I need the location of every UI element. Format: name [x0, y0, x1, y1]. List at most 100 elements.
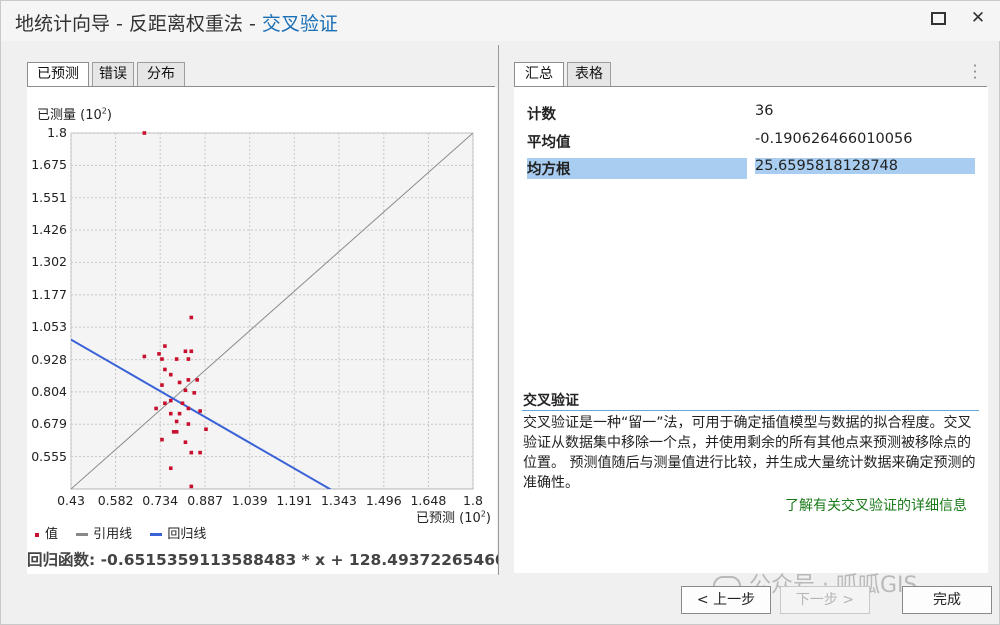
x-tick-label: 0.734: [142, 493, 179, 508]
maximize-button[interactable]: [924, 7, 952, 31]
x-tick-label: 1.8: [463, 493, 483, 508]
data-point: [174, 357, 179, 361]
data-point: [142, 354, 147, 359]
data-point: [168, 411, 173, 416]
summary-row-rms[interactable]: 均方根 25.6595818128748: [527, 158, 977, 179]
data-point: [157, 352, 161, 356]
data-point: [198, 409, 202, 413]
data-point: [160, 383, 164, 387]
summary-value: -0.190626466010056: [755, 131, 913, 147]
tab-summary[interactable]: 汇总: [514, 62, 564, 87]
next-button[interactable]: 下一步 >: [780, 586, 870, 614]
tab-distribution[interactable]: 分布: [137, 62, 185, 86]
window-title: 地统计向导 - 反距离权重法 - 交叉验证: [15, 9, 338, 36]
title-prefix: 地统计向导 - 反距离权重法 -: [15, 13, 262, 35]
summary-row-mean[interactable]: 平均值 -0.190626466010056: [527, 131, 977, 151]
y-tick-label: 0.804: [31, 383, 67, 399]
y-tick-label: 1.551: [31, 189, 67, 205]
y-tick-label: 1.302: [31, 254, 67, 270]
legend-point-swatch: [35, 532, 39, 537]
data-point: [168, 372, 173, 377]
data-point: [189, 484, 194, 489]
legend-reference-label: 引用线: [93, 527, 133, 542]
data-point: [189, 450, 194, 455]
data-point: [177, 411, 182, 416]
data-point: [168, 398, 173, 403]
data-point: [180, 401, 185, 406]
legend-regression-label: 回归线: [167, 527, 207, 542]
legend-reference-swatch: [76, 533, 89, 536]
summary-key: 平均值: [527, 135, 571, 151]
x-tick-label: 1.039: [231, 493, 268, 508]
legend-regression-swatch: [150, 533, 163, 536]
learn-more-link[interactable]: 了解有关交叉验证的详细信息: [785, 495, 967, 515]
data-point: [154, 406, 158, 411]
data-point: [174, 419, 179, 424]
data-point: [177, 380, 182, 385]
panel-splitter[interactable]: [498, 45, 499, 575]
finish-button[interactable]: 完成: [902, 586, 992, 614]
x-tick-label: 0.887: [187, 493, 223, 508]
data-point: [189, 349, 194, 354]
legend-item-value: 值: [35, 523, 58, 542]
y-tick-label: 1.8: [47, 125, 67, 140]
data-point: [160, 357, 164, 361]
x-axis-label-end: ): [485, 511, 491, 526]
y-tick-label: 0.928: [31, 351, 67, 367]
data-point: [183, 349, 188, 354]
x-tick-label: 0.43: [57, 493, 85, 508]
data-point: [186, 378, 191, 382]
summary-key: 均方根: [527, 158, 747, 179]
data-point: [186, 422, 191, 426]
data-point: [160, 437, 164, 442]
x-axis-label-text: 已预测 (10: [416, 511, 481, 526]
data-point: [189, 315, 194, 320]
close-icon: ✕: [970, 8, 986, 28]
scatter-plot: [70, 131, 474, 490]
y-tick-label: 1.426: [31, 222, 67, 238]
y-tick-label: 1.053: [31, 319, 67, 335]
data-point: [183, 388, 188, 393]
data-point: [163, 344, 167, 348]
x-axis-label: 已预测 (102): [416, 507, 491, 526]
chart-legend: 值 引用线 回归线: [35, 523, 220, 542]
data-point: [192, 391, 197, 395]
legend-value-label: 值: [45, 527, 59, 542]
data-point: [163, 401, 167, 406]
tab-predicted[interactable]: 已预测: [27, 62, 89, 87]
data-point: [163, 367, 167, 372]
info-title-underline: [522, 410, 979, 411]
data-point: [198, 450, 202, 455]
x-tick-label: 1.343: [320, 493, 357, 508]
summary-row-count[interactable]: 计数 36: [527, 103, 977, 123]
tab-error[interactable]: 错误: [92, 62, 134, 86]
x-tick-label: 1.191: [276, 493, 313, 508]
previous-button[interactable]: < 上一步: [681, 586, 771, 614]
legend-item-regression: 回归线: [150, 523, 206, 542]
title-step: 交叉验证: [261, 13, 338, 35]
data-point: [195, 378, 199, 382]
info-title: 交叉验证: [523, 393, 579, 409]
y-tick-label: 1.675: [31, 157, 67, 173]
summary-key: 计数: [527, 107, 556, 123]
info-description: 交叉验证是一种“留一”法，可用于确定插值模型与数据的拟合程度。交叉验证从数据集中…: [523, 415, 976, 491]
summary-value: 25.6595818128748: [755, 158, 975, 174]
legend-item-reference: 引用线: [76, 523, 132, 542]
x-tick-label: 1.496: [365, 493, 402, 508]
close-button[interactable]: ✕: [964, 7, 992, 31]
data-point: [183, 440, 188, 445]
tab-table[interactable]: 表格: [567, 62, 611, 86]
y-tick-label: 1.177: [31, 286, 67, 302]
title-bar: 地统计向导 - 反距离权重法 - 交叉验证 ✕: [1, 1, 1000, 41]
maximize-icon: [930, 12, 946, 25]
data-point: [186, 406, 191, 411]
data-point: [168, 466, 173, 471]
y-tick-label: 0.679: [31, 416, 67, 432]
x-tick-label: 0.582: [97, 493, 134, 508]
more-options-icon[interactable]: · · ·: [971, 59, 979, 86]
regression-function: 回归函数: -0.6515359113588483 * x + 128.4937…: [27, 551, 499, 569]
data-point: [204, 427, 208, 432]
geostatistical-wizard-window: 地统计向导 - 反距离权重法 - 交叉验证 ✕ 已预测 错误 分布 已测量 (1…: [0, 0, 1000, 625]
x-tick-label: 1.648: [410, 493, 447, 508]
y-tick-label: 0.555: [31, 448, 67, 464]
